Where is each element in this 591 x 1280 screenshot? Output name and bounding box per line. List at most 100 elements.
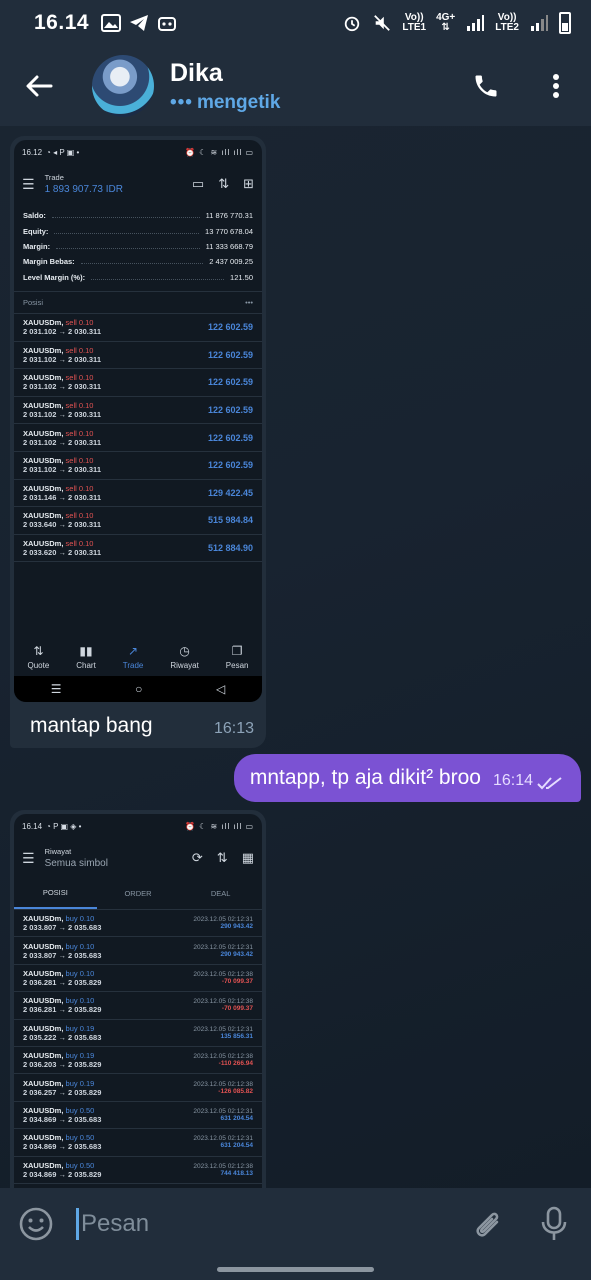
position-title: XAUUSDm, sell 0.10 [23, 484, 101, 493]
nav-label: Riwayat [170, 661, 199, 670]
position-profit: 129 422.45 [207, 487, 253, 498]
position-row[interactable]: XAUUSDm, sell 0.10 2 033.620 → 2 030.311 5… [14, 535, 262, 563]
history-row[interactable]: XAUUSDm, buy 0.10 2 033.807 → 2 035.683 20… [14, 937, 262, 965]
history-side: buy 0.19 [65, 1023, 95, 1033]
position-row[interactable]: XAUUSDm, sell 0.10 2 031.102 → 2 030.311 1… [14, 342, 262, 370]
back-button[interactable] [0, 46, 78, 126]
outgoing-text: mntapp, tp aja dikit² broo [249, 766, 481, 789]
position-row[interactable]: XAUUSDm, sell 0.10 2 031.102 → 2 030.311 1… [14, 314, 262, 342]
incoming-message[interactable]: 16.12 ◔ ◂ P ▣ • ⏰ ☾ ≋ ıll ıll ▭ ☰ Trade … [10, 136, 266, 748]
chat-area[interactable]: 16.12 ◔ ◂ P ▣ • ⏰ ☾ ≋ ıll ıll ▭ ☰ Trade … [0, 126, 591, 1188]
message-input[interactable]: Pesan [76, 1208, 471, 1240]
history-row[interactable]: XAUUSDm, buy 0.10 2 036.281 → 2 035.829 20… [14, 965, 262, 993]
trade-screenshot[interactable]: 16.12 ◔ ◂ P ▣ • ⏰ ☾ ≋ ıll ıll ▭ ☰ Trade … [14, 140, 262, 702]
shot2-notification-icons: ◔ P ▣ ◈ • [46, 821, 82, 831]
history-date: 2023.12.05 02:12:38 [193, 1053, 253, 1061]
shot-notification-icons: ◔ ◂ P ▣ • [46, 147, 80, 157]
menu-icon-2: ☰ [22, 849, 35, 866]
history-row[interactable]: XAUUSDm, buy 0.50 2 034.869 → 2 035.683 20… [14, 1129, 262, 1157]
card-icon: ▭ [191, 176, 205, 191]
position-row[interactable]: XAUUSDm, sell 0.10 2 031.102 → 2 030.311 1… [14, 397, 262, 425]
history-screenshot[interactable]: 16.14 ◔ P ▣ ◈ • ⏰ ☾ ≋ ıll ıll ▭ ☰ Riwaya… [14, 814, 262, 1188]
chat-name: Dika [170, 58, 223, 87]
sort-icon: ⇅ [218, 176, 230, 191]
history-meta: 2023.12.05 02:12:38 -126 085.82 [193, 1081, 253, 1095]
history-info: XAUUSDm, buy 0.10 2 036.281 → 2 035.829 [23, 996, 101, 1014]
mute-icon [374, 15, 391, 31]
history-row[interactable]: XAUUSDm, buy 0.50 2 034.869 → 2 035.829 20… [14, 1157, 262, 1184]
history-profit: 744 418.13 [220, 1169, 253, 1177]
nav-riwayat[interactable]: ◷ Riwayat [170, 644, 198, 670]
shot-status-bar: 16.12 ◔ ◂ P ▣ • ⏰ ☾ ≋ ıll ıll ▭ [14, 140, 262, 164]
position-row[interactable]: XAUUSDm, sell 0.10 2 031.102 → 2 030.311 1… [14, 452, 262, 480]
signal-icon [467, 15, 485, 31]
history-meta: 2023.12.05 02:12:38 -110 266.94 [193, 1053, 253, 1067]
account-label: Level Margin (%): [23, 272, 86, 282]
position-info: XAUUSDm, sell 0.10 2 031.102 → 2 030.311 [23, 429, 101, 447]
history-title: XAUUSDm, buy 0.50 [23, 1106, 101, 1115]
history-row[interactable]: XAUUSDm, buy 0.19 2 036.203 → 2 035.829 20… [14, 1047, 262, 1075]
history-row[interactable]: XAUUSDm, buy 0.10 2 036.281 → 2 035.829 20… [14, 992, 262, 1020]
nav-trade[interactable]: ↗ Trade [123, 644, 144, 670]
position-row[interactable]: XAUUSDm, sell 0.10 2 031.102 → 2 030.311 1… [14, 369, 262, 397]
typing-label: mengetik [196, 91, 281, 113]
history-title: XAUUSDm, buy 0.10 [23, 942, 101, 951]
position-row[interactable]: XAUUSDm, sell 0.10 2 031.102 → 2 030.311 1… [14, 424, 262, 452]
history-row[interactable]: XAUUSDm, buy 0.50 2 034.869 → 2 035.683 20… [14, 1102, 262, 1130]
history-side: buy 0.10 [65, 968, 95, 978]
double-check-icon [537, 777, 562, 790]
history-side: buy 0.19 [65, 1051, 95, 1061]
emoji-icon[interactable] [18, 1206, 54, 1242]
history-info: XAUUSDm, buy 0.19 2 036.203 → 2 035.829 [23, 1051, 101, 1069]
history-row[interactable]: XAUUSDm, buy 0.19 2 035.222 → 2 035.683 20… [14, 1020, 262, 1047]
position-side: sell 0.10 [65, 511, 94, 521]
quote-icon: ⇅ [33, 644, 44, 658]
account-row: Saldo: 11 876 770.31 [14, 208, 262, 223]
chat-title[interactable]: Dika ••• mengetik [170, 59, 280, 114]
nav-pesan[interactable]: ❐ Pesan [226, 644, 249, 670]
history-row[interactable]: XAUUSDm, buy 0.10 2 033.807 → 2 035.683 20… [14, 910, 262, 938]
history-profit: 631 204.54 [220, 1114, 253, 1122]
history-side: buy 0.50 [65, 1133, 95, 1143]
position-side: sell 0.10 [65, 428, 94, 438]
avatar[interactable] [92, 55, 154, 117]
history-info: XAUUSDm, buy 0.50 2 034.869 → 2 035.829 [23, 1161, 101, 1179]
shot2-toolbar: ☰ Riwayat Semua simbol ⟳ ⇅ ▦ [14, 838, 262, 878]
tab-deal[interactable]: DEAL [179, 878, 262, 909]
tab-posisi[interactable]: POSISI [14, 878, 97, 909]
tab-order[interactable]: ORDER [97, 878, 180, 909]
history-symbol: XAUUSDm, [23, 1105, 64, 1115]
history-meta: 2023.12.05 02:12:38 -70 099.37 [193, 998, 253, 1012]
outgoing-message[interactable]: mntapp, tp aja dikit² broo 16:14 [233, 754, 581, 802]
history-date: 2023.12.05 02:12:31 [193, 943, 253, 951]
attach-icon[interactable] [471, 1207, 503, 1241]
call-button[interactable] [451, 46, 521, 126]
account-value: 11 876 770.31 [205, 211, 253, 221]
home-indicator[interactable] [217, 1267, 374, 1272]
position-row[interactable]: XAUUSDm, sell 0.10 2 031.146 → 2 030.311 1… [14, 480, 262, 508]
shot2-tools: ⟳ ⇅ ▦ [192, 850, 254, 866]
microphone-icon[interactable] [541, 1206, 567, 1242]
position-symbol: XAUUSDm, [23, 428, 64, 438]
notification-icons [101, 14, 177, 32]
position-prices: 2 031.102 → 2 030.311 [23, 410, 101, 420]
history-date: 2023.12.05 02:12:38 [193, 970, 253, 978]
shot2-subtitle: Semua simbol [44, 858, 108, 869]
position-prices: 2 031.102 → 2 030.311 [23, 437, 101, 447]
nav-label: Chart [76, 661, 96, 670]
gallery-icon [101, 14, 122, 32]
back-arrow-icon [26, 75, 53, 97]
position-title: XAUUSDm, sell 0.10 [23, 429, 101, 438]
header-actions [451, 46, 591, 126]
history-date: 2023.12.05 02:12:38 [193, 1162, 253, 1170]
incoming-message-2[interactable]: 16.14 ◔ P ▣ ◈ • ⏰ ☾ ≋ ıll ıll ▭ ☰ Riwaya… [10, 810, 266, 1188]
nav-chart[interactable]: ▮▮ Chart [76, 644, 96, 670]
position-row[interactable]: XAUUSDm, sell 0.10 2 033.640 → 2 030.311 5… [14, 507, 262, 535]
position-symbol: XAUUSDm, [23, 401, 64, 411]
history-date: 2023.12.05 02:12:31 [193, 1135, 253, 1143]
nav-quote[interactable]: ⇅ Quote [27, 644, 49, 670]
more-menu-button[interactable] [521, 46, 591, 126]
status-time: 16.14 [34, 11, 90, 34]
history-prices: 2 036.203 → 2 035.829 [23, 1060, 102, 1070]
history-row[interactable]: XAUUSDm, buy 0.19 2 036.257 → 2 035.829 20… [14, 1074, 262, 1102]
